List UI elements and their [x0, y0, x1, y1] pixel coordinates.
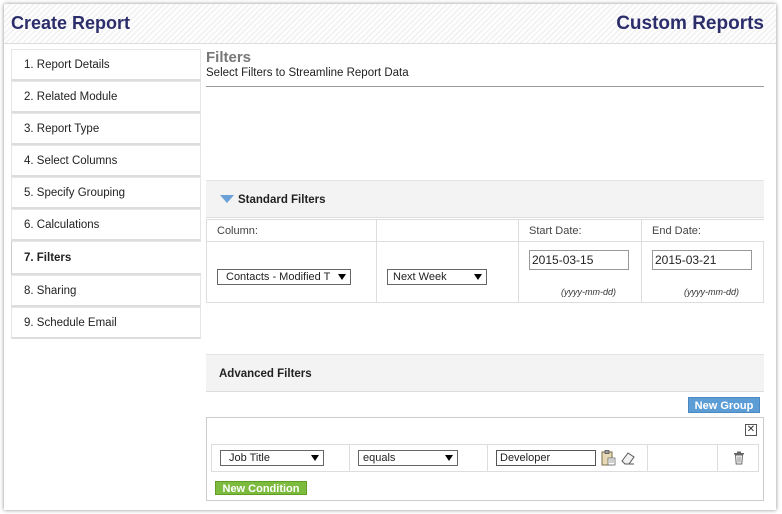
column-select-value: Contacts - Modified T [226, 271, 331, 283]
wizard-steps-sidebar: 1. Report Details 2. Related Module 3. R… [11, 49, 201, 339]
start-date-format-hint: (yyyy-mm-dd) [561, 287, 616, 297]
dropdown-arrow-icon [338, 274, 346, 280]
start-date-input[interactable]: 2015-03-15 [529, 250, 629, 270]
step-label: 7. Filters [24, 252, 72, 264]
condition-operator-value: equals [363, 452, 396, 464]
section-title: Filters [206, 49, 252, 66]
end-date-format-hint: (yyyy-mm-dd) [684, 287, 739, 297]
step-schedule-email[interactable]: 9. Schedule Email [11, 307, 201, 339]
start-date-cell: Start Date: 2015-03-15 (yyyy-mm-dd) [519, 220, 642, 302]
step-label: 3. Report Type [24, 123, 100, 135]
filters-content: Filters Select Filters to Streamline Rep… [206, 49, 764, 501]
start-date-header: Start Date: [519, 220, 641, 242]
column-select[interactable]: Contacts - Modified T [217, 269, 351, 285]
column-header: Column: [207, 220, 376, 242]
end-date-header: End Date: [642, 220, 764, 242]
step-calculations[interactable]: 6. Calculations [11, 209, 201, 241]
step-related-module[interactable]: 2. Related Module [11, 81, 201, 113]
condition-field-select[interactable]: Job Title [220, 450, 324, 466]
section-subtitle: Select Filters to Streamline Report Data [206, 67, 409, 79]
dropdown-arrow-icon [474, 274, 482, 280]
condition-operator-cell: equals [350, 445, 488, 471]
step-label: 9. Schedule Email [24, 317, 117, 329]
trash-icon[interactable] [733, 451, 745, 465]
condition-spacer-cell [648, 445, 718, 471]
step-specify-grouping[interactable]: 5. Specify Grouping [11, 177, 201, 209]
page-title: Create Report [11, 13, 131, 33]
period-select[interactable]: Next Week [387, 269, 487, 285]
step-report-type[interactable]: 3. Report Type [11, 113, 201, 145]
section-divider [206, 86, 764, 87]
dropdown-arrow-icon [445, 455, 453, 461]
step-label: 6. Calculations [24, 219, 100, 231]
step-select-columns[interactable]: 4. Select Columns [11, 145, 201, 177]
step-report-details[interactable]: 1. Report Details [11, 49, 201, 81]
condition-delete-cell [718, 445, 760, 471]
advanced-filters-title: Advanced Filters [219, 368, 312, 380]
condition-field-value: Job Title [229, 452, 270, 464]
clipboard-icon[interactable] [599, 449, 617, 467]
dropdown-arrow-icon [311, 455, 319, 461]
step-label: 2. Related Module [24, 91, 118, 103]
standard-filters-header[interactable]: Standard Filters [206, 180, 764, 218]
step-label: 5. Specify Grouping [24, 187, 126, 199]
condition-value-cell: Developer [488, 445, 648, 471]
step-label: 1. Report Details [24, 59, 110, 71]
report-window: Create Report Custom Reports 1. Report D… [4, 4, 776, 510]
new-condition-button[interactable]: New Condition [215, 481, 307, 495]
module-title: Custom Reports [616, 13, 764, 34]
close-box-icon[interactable]: ✕ [745, 424, 757, 436]
condition-value-input[interactable]: Developer [496, 450, 596, 466]
end-date-cell: End Date: 2015-03-21 (yyyy-mm-dd) [642, 220, 764, 302]
period-header [377, 220, 518, 242]
new-group-button[interactable]: New Group [688, 397, 760, 413]
step-filters[interactable]: 7. Filters [11, 241, 201, 275]
eraser-icon[interactable] [620, 450, 636, 466]
standard-filters-table: Column: Contacts - Modified T Next Week … [206, 219, 764, 303]
condition-operator-select[interactable]: equals [358, 450, 458, 466]
period-select-value: Next Week [393, 271, 447, 283]
column-cell: Column: Contacts - Modified T [207, 220, 377, 302]
standard-filters-title: Standard Filters [238, 194, 326, 206]
condition-row: Job Title equals Developer [211, 444, 759, 472]
filter-group-box: ✕ Job Title equals Developer New Conditi… [206, 417, 764, 501]
end-date-input[interactable]: 2015-03-21 [652, 250, 752, 270]
condition-field-cell: Job Title [212, 445, 350, 471]
step-label: 8. Sharing [24, 285, 77, 297]
page-header: Create Report Custom Reports [4, 4, 776, 44]
advanced-filters-header: Advanced Filters [206, 354, 764, 392]
step-label: 4. Select Columns [24, 155, 118, 167]
chevron-down-icon[interactable] [220, 195, 234, 203]
period-cell: Next Week [377, 220, 519, 302]
step-sharing[interactable]: 8. Sharing [11, 275, 201, 307]
